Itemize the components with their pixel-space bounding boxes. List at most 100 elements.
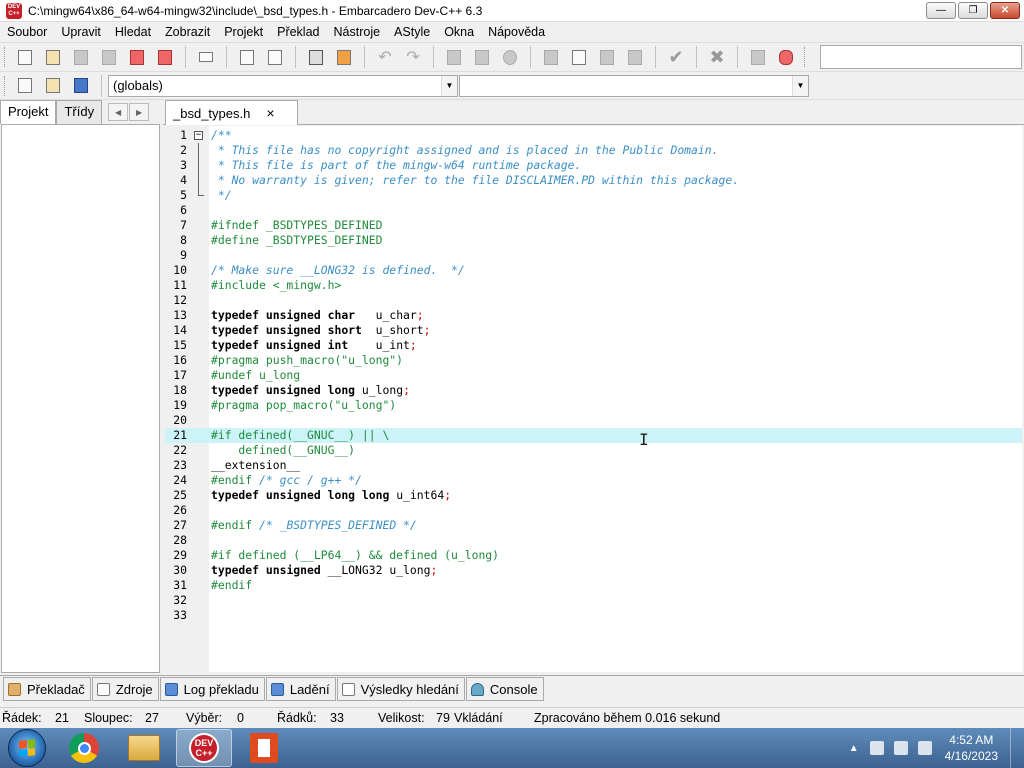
code-line[interactable]: 17 #undef u_long xyxy=(165,368,1022,383)
code-line[interactable]: 12 xyxy=(165,293,1022,308)
code-line[interactable]: 31 #endif xyxy=(165,578,1022,593)
taskbar-chrome[interactable] xyxy=(56,729,112,767)
close-tab-icon[interactable]: × xyxy=(266,105,274,121)
code-line[interactable]: 13 typedef unsigned char u_char; xyxy=(165,308,1022,323)
action-center-icon[interactable] xyxy=(869,741,884,755)
comment-icon[interactable] xyxy=(499,46,521,68)
menu-nastroje[interactable]: Nástroje xyxy=(327,25,388,39)
maximize-button[interactable]: ❐ xyxy=(958,2,988,19)
tile-icon[interactable] xyxy=(540,46,562,68)
menu-soubor[interactable]: Soubor xyxy=(0,25,54,39)
taskbar-office[interactable] xyxy=(236,729,292,767)
code-line[interactable]: 33 xyxy=(165,608,1022,623)
goto-line-icon[interactable] xyxy=(333,46,355,68)
editor-tab[interactable]: _bsd_types.h × xyxy=(165,100,298,125)
menu-okna[interactable]: Okna xyxy=(437,25,481,39)
code-line[interactable]: 3 * This file is part of the mingw-w64 r… xyxy=(165,158,1022,173)
show-hidden-icons-icon[interactable]: ▲ xyxy=(849,743,859,754)
code-line[interactable]: 30 typedef unsigned __LONG32 u_long; xyxy=(165,563,1022,578)
menu-projekt[interactable]: Projekt xyxy=(217,25,270,39)
save-all-icon[interactable] xyxy=(98,46,120,68)
indent-icon[interactable] xyxy=(471,46,493,68)
taskbar-explorer[interactable] xyxy=(116,729,172,767)
tab-scroll-left-icon[interactable]: ◀ xyxy=(108,103,129,121)
menu-napoveda[interactable]: Nápověda xyxy=(481,25,552,39)
chevron-down-icon[interactable]: ▼ xyxy=(792,75,808,96)
taskbar-clock[interactable]: 4:52 AM 4/16/2023 xyxy=(945,732,998,764)
code-line[interactable]: 10 /* Make sure __LONG32 is defined. */ xyxy=(165,263,1022,278)
code-line[interactable]: 11 #include <_mingw.h> xyxy=(165,278,1022,293)
options-icon[interactable] xyxy=(624,46,646,68)
close-all-icon[interactable] xyxy=(154,46,176,68)
find-icon[interactable] xyxy=(236,46,258,68)
debug-icon[interactable] xyxy=(775,46,797,68)
insert-icon[interactable] xyxy=(14,75,36,97)
tab-tridy[interactable]: Třídy xyxy=(56,100,103,124)
code-line[interactable]: 15 typedef unsigned int u_int; xyxy=(165,338,1022,353)
tab-scroll-right-icon[interactable]: ▶ xyxy=(129,103,150,121)
menu-hledat[interactable]: Hledat xyxy=(108,25,158,39)
code-line[interactable]: 20 xyxy=(165,413,1022,428)
code-line[interactable]: 5 */ xyxy=(165,188,1022,203)
close-file-icon[interactable] xyxy=(126,46,148,68)
project-options-icon[interactable] xyxy=(70,75,92,97)
code-editor[interactable]: 1−/** 2 * This file has no copyright assi… xyxy=(165,126,1022,672)
code-line[interactable]: 22 defined(__GNUG__) xyxy=(165,443,1022,458)
code-line[interactable]: 18 typedef unsigned long u_long; xyxy=(165,383,1022,398)
network-icon[interactable] xyxy=(893,741,908,755)
stop-icon[interactable]: ✖ xyxy=(706,46,728,68)
minimize-button[interactable]: — xyxy=(926,2,956,19)
code-line[interactable]: 6 xyxy=(165,203,1022,218)
menu-zobrazit[interactable]: Zobrazit xyxy=(158,25,217,39)
scope-combo[interactable]: (globals) ▼ xyxy=(108,74,458,97)
taskbar-devcpp[interactable]: DEV C++ xyxy=(176,729,232,767)
code-line[interactable]: 9 xyxy=(165,248,1022,263)
open-file-icon[interactable] xyxy=(42,46,64,68)
menu-astyle[interactable]: AStyle xyxy=(387,25,437,39)
tab-console[interactable]: Console xyxy=(465,677,544,701)
code-line[interactable]: 28 xyxy=(165,533,1022,548)
code-line[interactable]: 25 typedef unsigned long long u_int64; xyxy=(165,488,1022,503)
unindent-icon[interactable] xyxy=(443,46,465,68)
print-icon[interactable] xyxy=(195,46,217,68)
profile-icon[interactable] xyxy=(747,46,769,68)
volume-icon[interactable] xyxy=(917,741,932,755)
code-line[interactable]: 7 #ifndef _BSDTYPES_DEFINED xyxy=(165,218,1022,233)
new-file-icon[interactable] xyxy=(14,46,36,68)
tab-zdroje[interactable]: Zdroje xyxy=(91,677,159,701)
save-icon[interactable] xyxy=(70,46,92,68)
code-line[interactable]: 23 __extension__ xyxy=(165,458,1022,473)
code-line[interactable]: 1−/** xyxy=(165,128,1022,143)
code-line[interactable]: 14 typedef unsigned short u_short; xyxy=(165,323,1022,338)
start-button[interactable] xyxy=(8,729,46,767)
close-button[interactable]: ✕ xyxy=(990,2,1020,19)
tab-prekladac[interactable]: Překladač xyxy=(3,677,91,701)
menu-preklad[interactable]: Překlad xyxy=(270,25,326,39)
code-line[interactable]: 4 * No warranty is given; refer to the f… xyxy=(165,173,1022,188)
project-tree[interactable] xyxy=(1,124,160,673)
code-line[interactable]: 32 xyxy=(165,593,1022,608)
code-line[interactable]: 2 * This file has no copyright assigned … xyxy=(165,143,1022,158)
check-syntax-icon[interactable]: ✔ xyxy=(665,46,687,68)
code-line[interactable]: 21 #if defined(__GNUC__) || \ xyxy=(165,428,1022,443)
redo-icon[interactable]: ↷ xyxy=(402,46,424,68)
undo-icon[interactable]: ↶ xyxy=(374,46,396,68)
show-desktop-button[interactable] xyxy=(1010,728,1024,768)
replace-icon[interactable] xyxy=(264,46,286,68)
menu-upravit[interactable]: Upravit xyxy=(54,25,108,39)
toolbar-grip[interactable] xyxy=(4,47,7,67)
toolbar-grip[interactable] xyxy=(4,75,7,96)
code-line[interactable]: 29 #if defined (__LP64__) && defined (u_l… xyxy=(165,548,1022,563)
code-line[interactable]: 24 #endif /* gcc / g++ */ xyxy=(165,473,1022,488)
tab-vysledky-hledani[interactable]: Výsledky hledání xyxy=(336,677,465,701)
member-combo[interactable]: ▼ xyxy=(459,74,809,97)
devcpp-app-icon[interactable]: DEV C++ xyxy=(6,2,22,19)
tab-projekt[interactable]: Projekt xyxy=(0,100,57,124)
toggle-bookmark-icon[interactable] xyxy=(305,46,327,68)
code-line[interactable]: 8 #define _BSDTYPES_DEFINED xyxy=(165,233,1022,248)
toolbar-search-input[interactable] xyxy=(820,45,1022,69)
code-line[interactable]: 26 xyxy=(165,503,1022,518)
toolbar-grip[interactable] xyxy=(804,47,807,67)
tab-ladeni[interactable]: Ladění xyxy=(265,677,336,701)
tab-log-prekladu[interactable]: Log překladu xyxy=(159,677,265,701)
